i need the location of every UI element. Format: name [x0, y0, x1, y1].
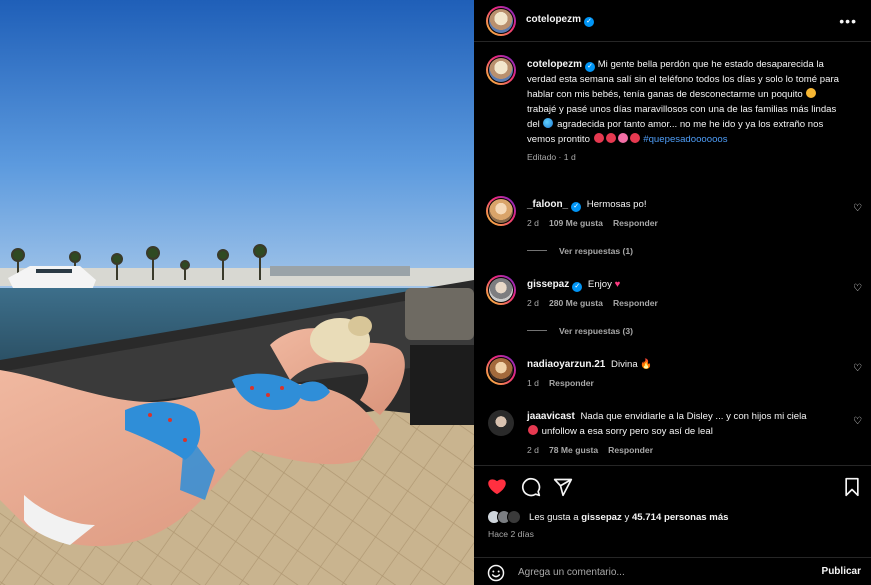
- hot-face-emoji-icon: [806, 88, 817, 98]
- heart-outline-icon[interactable]: ♡: [853, 416, 862, 427]
- view-replies-text[interactable]: Ver respuestas (3): [559, 326, 633, 336]
- comment-username[interactable]: gissepaz: [527, 279, 569, 290]
- hands-heart-emoji-icon: [617, 133, 628, 143]
- more-dots-icon[interactable]: •••: [839, 13, 857, 29]
- post-actions: Les gusta a gissepaz y 45.714 personas m…: [474, 465, 871, 585]
- face-emoji-icon: [528, 425, 538, 435]
- comment-item: _faloon_ ✓ Hermosas po! 2 d 109 Me gusta Re…: [527, 197, 847, 228]
- caption-edited: Editado · 1 d: [527, 152, 576, 162]
- comment-avatar[interactable]: [486, 196, 516, 226]
- author-username-text[interactable]: cotelopezm: [526, 14, 581, 25]
- posted-ago: Hace 2 días: [488, 529, 534, 539]
- emoji-picker-icon[interactable]: [487, 564, 505, 585]
- comment-composer: Publicar: [474, 557, 871, 585]
- post-side-panel: cotelopezm ✓ ••• cotelopezm ✓ Mi gente bel…: [474, 0, 871, 585]
- comment-likes[interactable]: 109 Me gusta: [549, 218, 603, 228]
- comment-meta: 2 d 78 Me gusta Responder: [527, 443, 653, 458]
- likes-summary[interactable]: Les gusta a gissepaz y 45.714 personas m…: [487, 509, 729, 525]
- heart-outline-icon[interactable]: ♡: [853, 283, 862, 294]
- verified-badge-icon: ✓: [571, 202, 582, 212]
- comment-username[interactable]: jaaavicast: [527, 411, 575, 422]
- comment-input[interactable]: [518, 563, 798, 581]
- comment-likes[interactable]: 78 Me gusta: [549, 445, 598, 455]
- comment-reply-button[interactable]: Responder: [608, 445, 653, 455]
- post-header: cotelopezm ✓ •••: [474, 0, 871, 42]
- publish-button[interactable]: Publicar: [822, 566, 861, 577]
- comment-username[interactable]: nadiaoyarzun.21: [527, 359, 605, 370]
- comment-item: gissepaz ✓ Enjoy ♥ 2 d 280 Me gusta Respond…: [527, 277, 847, 308]
- author-avatar[interactable]: [486, 6, 516, 36]
- post-photo[interactable]: [0, 0, 474, 585]
- view-replies-text[interactable]: Ver respuestas (1): [559, 246, 633, 256]
- comment-text: Enjoy: [587, 279, 612, 290]
- caption-username[interactable]: cotelopezm: [527, 59, 582, 70]
- comment-text-2: unfollow a esa sorry pero soy así de lea…: [541, 426, 713, 437]
- author-username[interactable]: cotelopezm ✓: [526, 14, 595, 27]
- heart-outline-icon[interactable]: ♡: [853, 203, 862, 214]
- comment-text: Nada que envidiarle a la Disley ... y co…: [580, 411, 807, 422]
- comment-meta: 2 d 109 Me gusta Responder: [527, 216, 658, 231]
- face-emoji-icon: [629, 133, 640, 143]
- comment-likes[interactable]: 280 Me gusta: [549, 298, 603, 308]
- face-emoji-icon: [605, 133, 616, 143]
- view-replies-button[interactable]: Ver respuestas (1): [527, 246, 633, 256]
- comment-avatar[interactable]: [486, 355, 516, 385]
- heart-outline-icon[interactable]: ♡: [853, 363, 862, 374]
- liker-avatar: [507, 510, 521, 524]
- comment-item: jaaavicast Nada que envidiarle a la Disl…: [527, 409, 847, 455]
- bookmark-icon[interactable]: [843, 477, 861, 500]
- comment-text: Divina: [611, 359, 638, 370]
- caption-avatar[interactable]: [486, 55, 516, 85]
- fire-emoji-icon: 🔥: [640, 359, 653, 370]
- post-image: [0, 0, 474, 585]
- comment-avatar[interactable]: [488, 410, 514, 436]
- likes-joiner: y: [624, 511, 630, 523]
- likes-user[interactable]: gissepaz: [581, 512, 622, 523]
- verified-badge-icon: ✓: [584, 17, 595, 27]
- comment-reply-button[interactable]: Responder: [549, 378, 594, 388]
- paper-plane-icon[interactable]: [553, 477, 573, 500]
- comment-username[interactable]: _faloon_: [527, 199, 568, 210]
- verified-badge-icon: ✓: [572, 282, 583, 292]
- comment-text: Hermosas po!: [586, 199, 647, 210]
- verified-badge-icon: ✓: [585, 62, 596, 72]
- likes-count[interactable]: 45.714 personas más: [632, 512, 729, 523]
- pink-heart-emoji-icon: ♥: [614, 279, 621, 290]
- caption-hashtag[interactable]: #quepesadoooooos: [643, 134, 727, 145]
- post-caption: cotelopezm ✓ Mi gente bella perdón que he…: [527, 57, 847, 165]
- comment-reply-button[interactable]: Responder: [613, 218, 658, 228]
- comment-avatar[interactable]: [486, 275, 516, 305]
- comment-time: 1 d: [527, 378, 539, 388]
- comment-item: nadiaoyarzun.21 Divina 🔥 1 d Responder: [527, 357, 847, 388]
- likes-prefix: Les gusta a: [529, 511, 579, 523]
- view-replies-button[interactable]: Ver respuestas (3): [527, 326, 633, 336]
- comment-time: 2 d: [527, 298, 539, 308]
- likes-text[interactable]: Les gusta a gissepaz y 45.714 personas m…: [529, 512, 729, 523]
- comment-reply-button[interactable]: Responder: [613, 298, 658, 308]
- face-emoji-icon: [593, 133, 604, 143]
- comment-meta: 2 d 280 Me gusta Responder: [527, 296, 658, 311]
- comment-bubble-icon[interactable]: [521, 477, 541, 500]
- comment-time: 2 d: [527, 445, 539, 455]
- globe-emoji-icon: [543, 118, 554, 128]
- comment-meta: 1 d Responder: [527, 376, 594, 391]
- heart-filled-icon[interactable]: [487, 477, 507, 498]
- comment-time: 2 d: [527, 218, 539, 228]
- instagram-post-modal: cotelopezm ✓ ••• cotelopezm ✓ Mi gente bel…: [0, 0, 871, 585]
